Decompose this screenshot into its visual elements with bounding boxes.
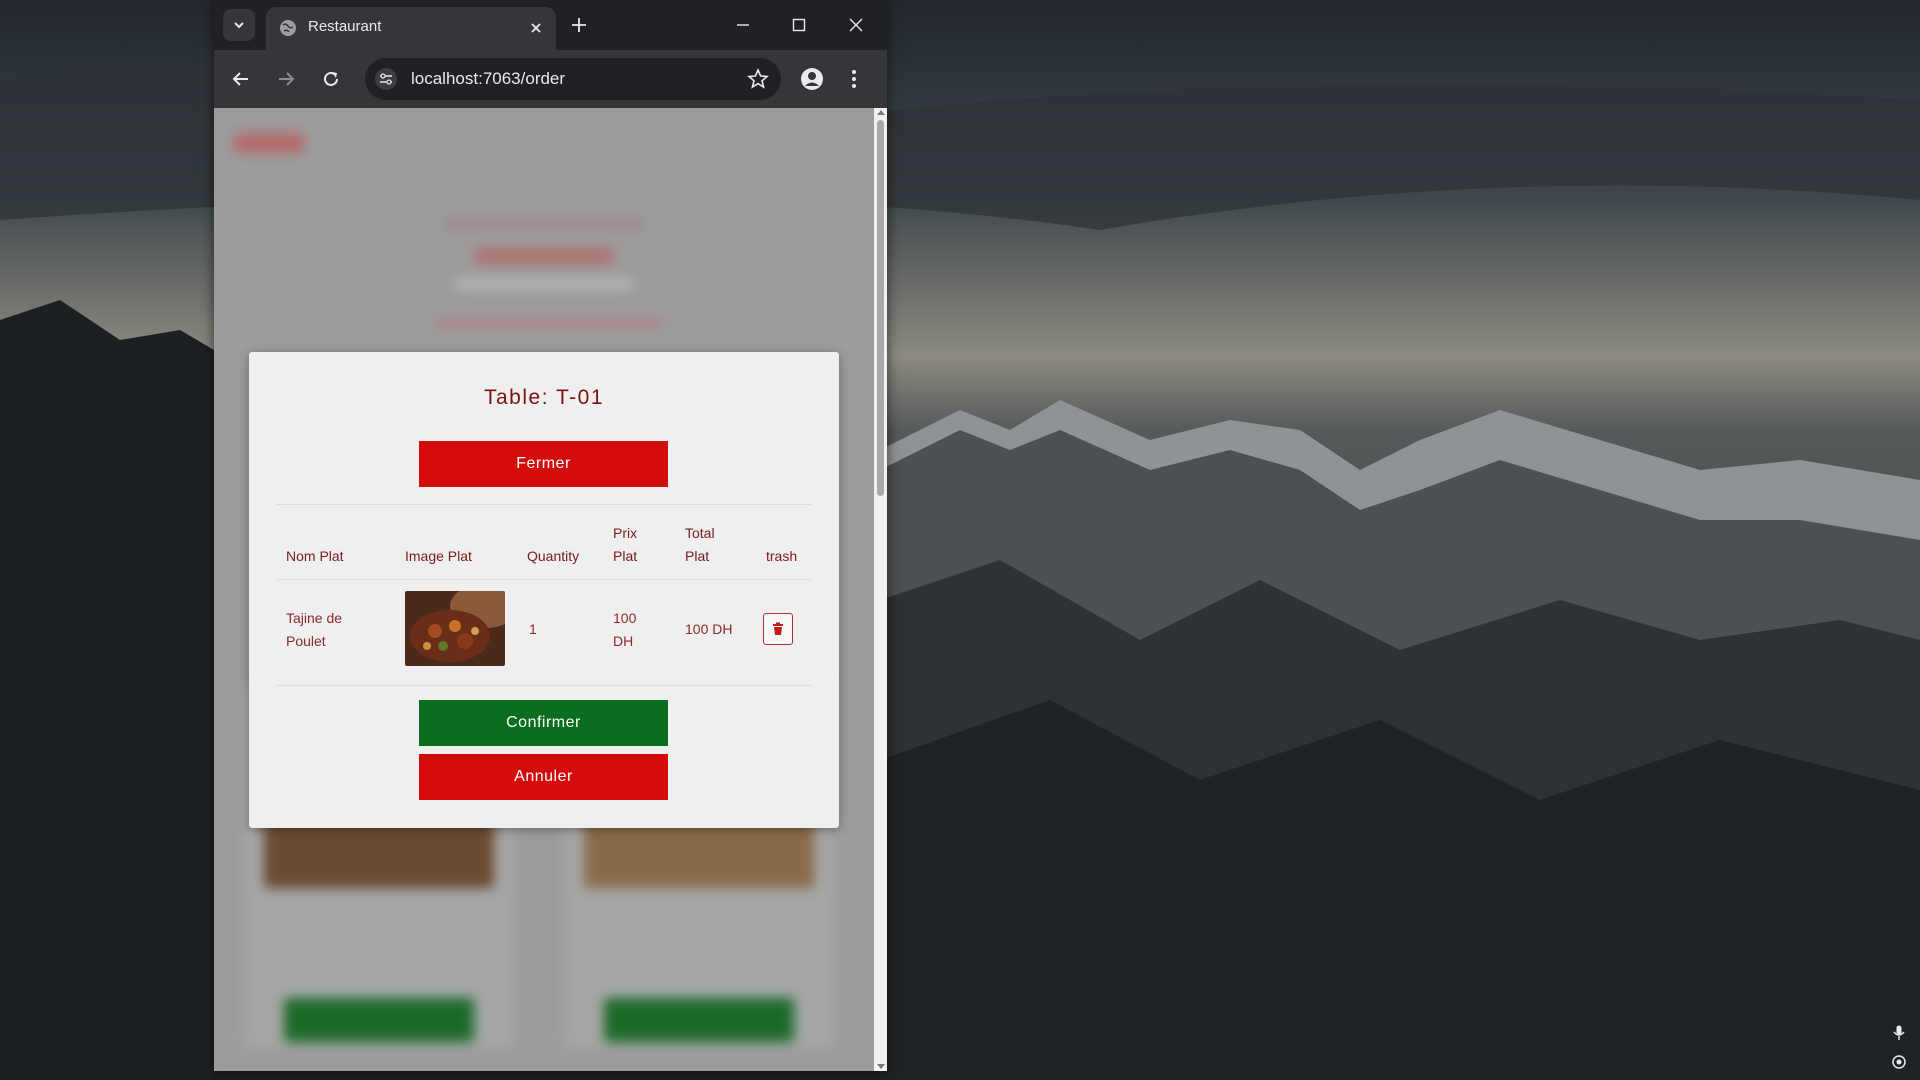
dish-price-line2: DH (613, 633, 634, 649)
site-settings-button[interactable] (375, 68, 397, 90)
dish-name-line2: Poulet (286, 633, 326, 649)
cancel-button[interactable]: Annuler (419, 754, 668, 800)
dish-price: 100 DH (613, 607, 636, 653)
close-modal-button[interactable]: Fermer (419, 441, 668, 487)
reload-button[interactable] (316, 64, 346, 94)
dish-name-line1: Tajine de (286, 610, 343, 626)
back-button[interactable] (226, 64, 256, 94)
profile-icon (801, 68, 823, 90)
column-header-total: Total Plat (685, 522, 715, 568)
scroll-down-arrow[interactable] (877, 1064, 885, 1069)
header-row-divider (276, 579, 812, 580)
dish-price-line1: 100 (613, 610, 637, 626)
page-viewport: Table: T-01 Fermer Nom Plat Image Plat Q… (214, 108, 874, 1071)
browser-window: Restaurant localhost:7063/order Table: T… (214, 0, 887, 1071)
dish-total: 100 DH (685, 621, 733, 637)
dish-name: Tajine de Poulet (286, 607, 342, 653)
table-divider (276, 504, 812, 505)
tab-restaurant[interactable]: Restaurant (266, 7, 556, 50)
scroll-up-arrow[interactable] (877, 110, 885, 115)
forward-icon (279, 72, 295, 86)
column-header-total-line1: Total (685, 525, 715, 541)
blurred-brand (234, 133, 304, 153)
close-icon (849, 18, 863, 32)
chevron-down-icon (234, 22, 244, 29)
maximize-button[interactable] (784, 10, 814, 40)
location-indicator[interactable] (1890, 1053, 1908, 1071)
globe-icon (280, 20, 296, 36)
location-icon (1892, 1055, 1906, 1069)
delete-item-button[interactable] (763, 613, 793, 645)
minimize-button[interactable] (728, 10, 758, 40)
menu-icon (852, 70, 856, 88)
back-icon (232, 72, 248, 86)
column-header-image: Image Plat (405, 548, 472, 564)
column-header-total-line2: Plat (685, 548, 710, 564)
confirm-button[interactable]: Confirmer (419, 700, 668, 746)
trash-icon (773, 622, 783, 635)
close-window-button[interactable] (841, 10, 871, 40)
tab-search-button[interactable] (223, 9, 255, 41)
microphone-indicator[interactable] (1890, 1024, 1908, 1042)
tab-title: Restaurant (308, 18, 382, 35)
plus-icon (572, 18, 586, 32)
page-scrollbar[interactable] (874, 108, 887, 1071)
reload-icon (324, 71, 338, 86)
column-header-price-line2: Plat (613, 548, 638, 564)
browser-menu-button[interactable] (842, 64, 866, 94)
star-icon[interactable] (747, 68, 769, 90)
column-header-name: Nom Plat (286, 548, 344, 564)
dish-image (405, 591, 505, 666)
blurred-nav-link (732, 136, 844, 172)
order-modal: Table: T-01 Fermer Nom Plat Image Plat Q… (249, 352, 839, 828)
column-header-price: Prix Plat (613, 522, 637, 568)
forward-button[interactable] (271, 64, 301, 94)
tab-strip: Restaurant (214, 0, 887, 50)
browser-toolbar: localhost:7063/order (214, 50, 887, 108)
column-header-trash: trash (766, 548, 798, 564)
profile-button[interactable] (797, 64, 827, 94)
modal-title: Table: T-01 (483, 386, 604, 409)
column-header-price-line1: Prix (613, 525, 638, 541)
site-settings-icon (380, 73, 392, 85)
new-tab-button[interactable] (566, 12, 592, 38)
row-divider (276, 685, 812, 686)
column-header-quantity: Quantity (527, 548, 580, 564)
close-icon (531, 23, 541, 33)
minimize-icon (737, 24, 749, 26)
scroll-thumb[interactable] (877, 120, 884, 496)
maximize-icon (792, 18, 806, 32)
dish-quantity: 1 (529, 621, 537, 637)
microphone-icon (1893, 1025, 1905, 1040)
url-text: localhost:7063/order (411, 69, 566, 88)
address-bar[interactable]: localhost:7063/order (365, 58, 781, 100)
close-tab-button[interactable] (526, 18, 546, 38)
